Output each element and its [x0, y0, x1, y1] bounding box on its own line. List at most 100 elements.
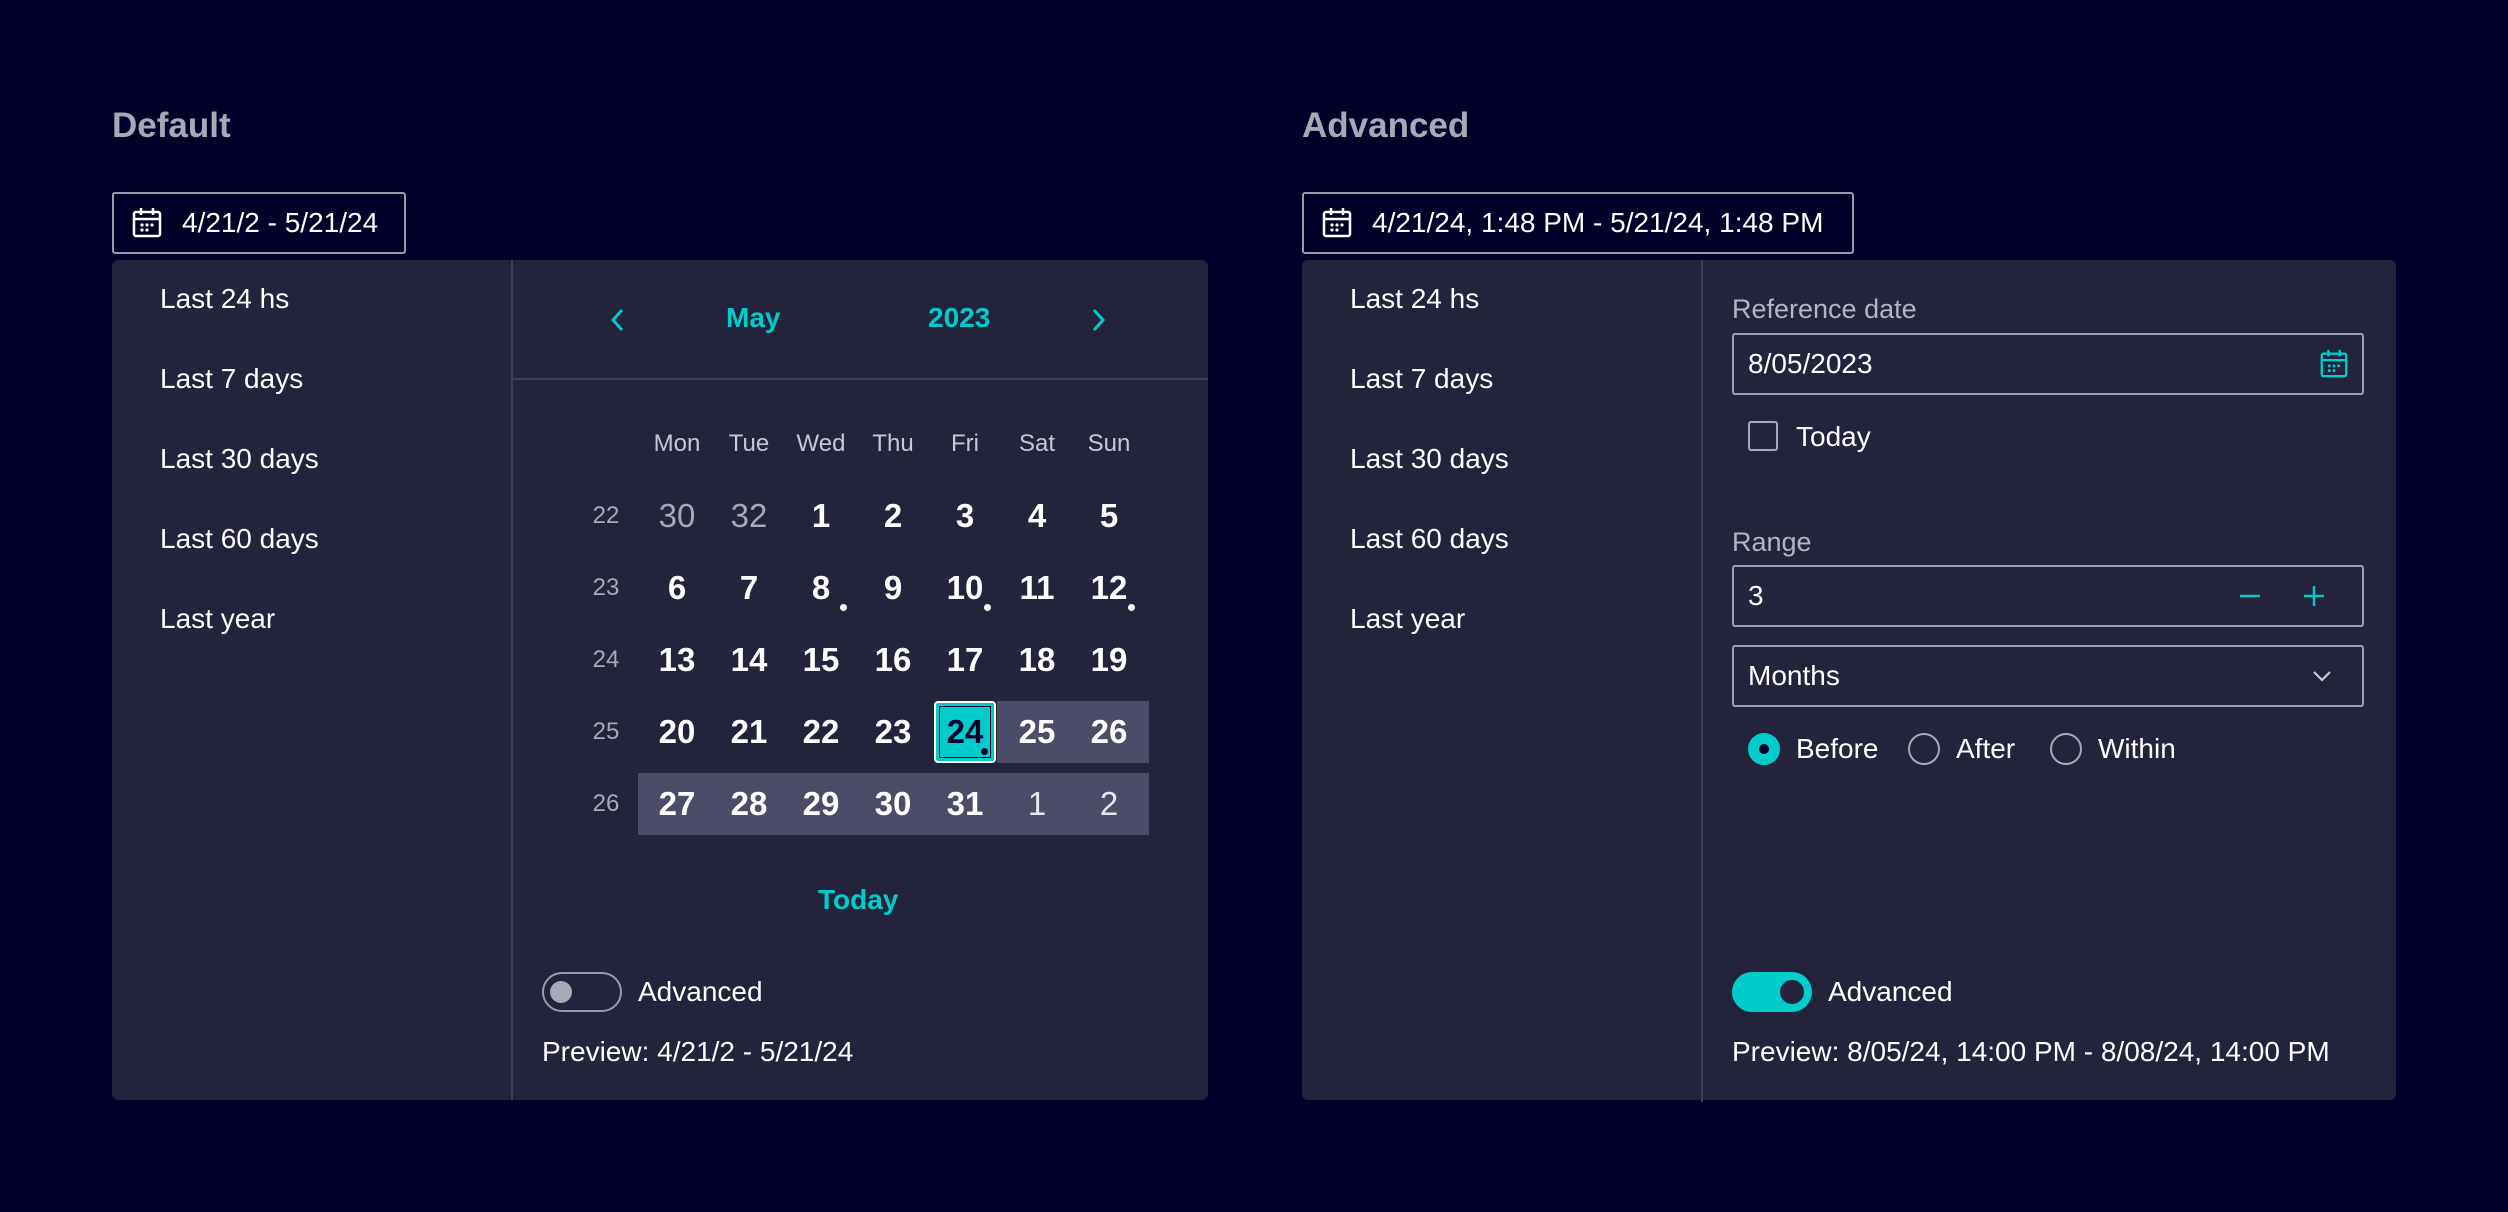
day-cell[interactable]: 9 [857, 557, 929, 619]
day-cell[interactable]: 31 [929, 773, 1001, 835]
radio-within[interactable] [2050, 733, 2082, 765]
calendar-picker-button[interactable] [2314, 344, 2354, 384]
day-cell[interactable]: 1 [785, 485, 857, 547]
calendar-icon [1320, 206, 1354, 240]
range-label: Range [1732, 527, 1812, 557]
advanced-advanced-label: Advanced [1828, 976, 1953, 1007]
day-cell-with-event[interactable]: 10 [929, 557, 1001, 619]
select-toggle[interactable] [2302, 656, 2342, 696]
radio-within-label: Within [2098, 733, 2176, 764]
day-cell[interactable]: 21 [713, 701, 785, 763]
advanced-advanced-toggle[interactable] [1732, 972, 1812, 1012]
next-month-button[interactable] [1078, 300, 1118, 340]
day-cell[interactable]: 30 [641, 485, 713, 547]
weekday-tue: Tue [728, 430, 770, 457]
event-dot-icon [984, 604, 991, 611]
day-cell[interactable]: 27 [641, 773, 713, 835]
year-selector[interactable]: 2023 [928, 302, 990, 334]
radio-before[interactable] [1748, 733, 1780, 765]
day-cell[interactable]: 3 [929, 485, 1001, 547]
day-cell[interactable]: 25 [1001, 701, 1073, 763]
radio-after-label: After [1956, 733, 2016, 764]
week-number: 26 [592, 790, 620, 817]
reference-date-value: 8/05/2023 [1748, 348, 1873, 379]
decrement-button[interactable] [2230, 576, 2270, 616]
day-cell[interactable]: 20 [641, 701, 713, 763]
increment-button[interactable] [2294, 576, 2334, 616]
preset-last-24-hs[interactable]: Last 24 hs [160, 283, 289, 315]
today-checkbox-label: Today [1796, 421, 1871, 452]
advanced-date-range-trigger[interactable]: 4/21/24, 1:48 PM - 5/21/24, 1:48 PM [1302, 192, 1854, 254]
day-cell-with-event[interactable]: 12 [1073, 557, 1145, 619]
day-cell[interactable]: 23 [857, 701, 929, 763]
day-cell[interactable]: 6 [641, 557, 713, 619]
preset-last-24-hs[interactable]: Last 24 hs [1350, 283, 1479, 315]
prev-month-button[interactable] [598, 300, 638, 340]
toggle-knob [1780, 980, 1804, 1004]
preset-last-year[interactable]: Last year [160, 603, 275, 635]
chevron-left-icon [610, 308, 624, 332]
day-cell[interactable]: 11 [1001, 557, 1073, 619]
preset-last-year[interactable]: Last year [1350, 603, 1465, 635]
week-number: 25 [592, 718, 620, 745]
day-cell[interactable]: 4 [1001, 485, 1073, 547]
default-advanced-toggle[interactable] [542, 972, 622, 1012]
day-cell[interactable]: 30 [857, 773, 929, 835]
preset-last-7-days[interactable]: Last 7 days [1350, 363, 1493, 395]
advanced-preview-text: Preview: 8/05/24, 14:00 PM - 8/08/24, 14… [1732, 1036, 2330, 1067]
toggle-knob [550, 981, 572, 1003]
radio-after[interactable] [1908, 733, 1940, 765]
weekday-wed: Wed [796, 430, 846, 457]
day-cell[interactable]: 16 [857, 629, 929, 691]
day-cell-with-event[interactable]: 8 [785, 557, 857, 619]
day-number: 8 [811, 569, 831, 606]
day-cell[interactable]: 26 [1073, 701, 1145, 763]
chevron-right-icon [1092, 308, 1106, 332]
today-checkbox[interactable] [1748, 421, 1778, 451]
day-cell[interactable]: 14 [713, 629, 785, 691]
event-dot-icon [1128, 604, 1135, 611]
today-button[interactable]: Today [818, 884, 898, 916]
day-cell[interactable]: 2 [1073, 773, 1145, 835]
preset-last-30-days[interactable]: Last 30 days [1350, 443, 1509, 475]
default-panel-divider [511, 260, 513, 1100]
week-number: 22 [592, 502, 620, 529]
event-dot-icon [840, 604, 847, 611]
advanced-trigger-value: 4/21/24, 1:48 PM - 5/21/24, 1:48 PM [1372, 207, 1824, 238]
day-cell[interactable]: 5 [1073, 485, 1145, 547]
preset-last-60-days[interactable]: Last 60 days [1350, 523, 1509, 555]
preset-last-7-days[interactable]: Last 7 days [160, 363, 303, 395]
day-cell[interactable]: 28 [713, 773, 785, 835]
range-unit-select[interactable]: Months [1732, 645, 2364, 707]
day-cell[interactable]: 18 [1001, 629, 1073, 691]
day-cell[interactable]: 22 [785, 701, 857, 763]
day-cell[interactable]: 29 [785, 773, 857, 835]
default-section-title: Default [112, 106, 231, 145]
range-unit-value: Months [1748, 660, 1840, 691]
advanced-panel-divider [1701, 260, 1703, 1102]
day-cell[interactable]: 17 [929, 629, 1001, 691]
reference-date-input[interactable]: 8/05/2023 [1732, 333, 2364, 395]
day-cell[interactable]: 1 [1001, 773, 1073, 835]
weekday-sat: Sat [1018, 430, 1056, 457]
default-trigger-value: 4/21/2 - 5/21/24 [182, 207, 379, 238]
day-cell[interactable]: 2 [857, 485, 929, 547]
day-cell[interactable]: 19 [1073, 629, 1145, 691]
preset-last-60-days[interactable]: Last 60 days [160, 523, 319, 555]
week-number: 24 [592, 646, 620, 673]
reference-date-label: Reference date [1732, 294, 1917, 324]
default-date-range-trigger[interactable]: 4/21/2 - 5/21/24 [112, 192, 406, 254]
radio-dot-icon [1759, 744, 1769, 754]
plus-icon [2304, 586, 2324, 606]
day-cell[interactable]: 7 [713, 557, 785, 619]
day-cell[interactable]: 13 [641, 629, 713, 691]
day-number: 24 [946, 713, 984, 750]
day-cell[interactable]: 32 [713, 485, 785, 547]
day-cell-selected[interactable]: 24 [934, 701, 996, 763]
calendar-icon [2320, 349, 2348, 378]
range-value: 3 [1748, 580, 1764, 611]
day-cell[interactable]: 15 [785, 629, 857, 691]
month-selector[interactable]: May [726, 302, 780, 334]
range-number-input[interactable]: 3 [1732, 565, 2364, 627]
preset-last-30-days[interactable]: Last 30 days [160, 443, 319, 475]
